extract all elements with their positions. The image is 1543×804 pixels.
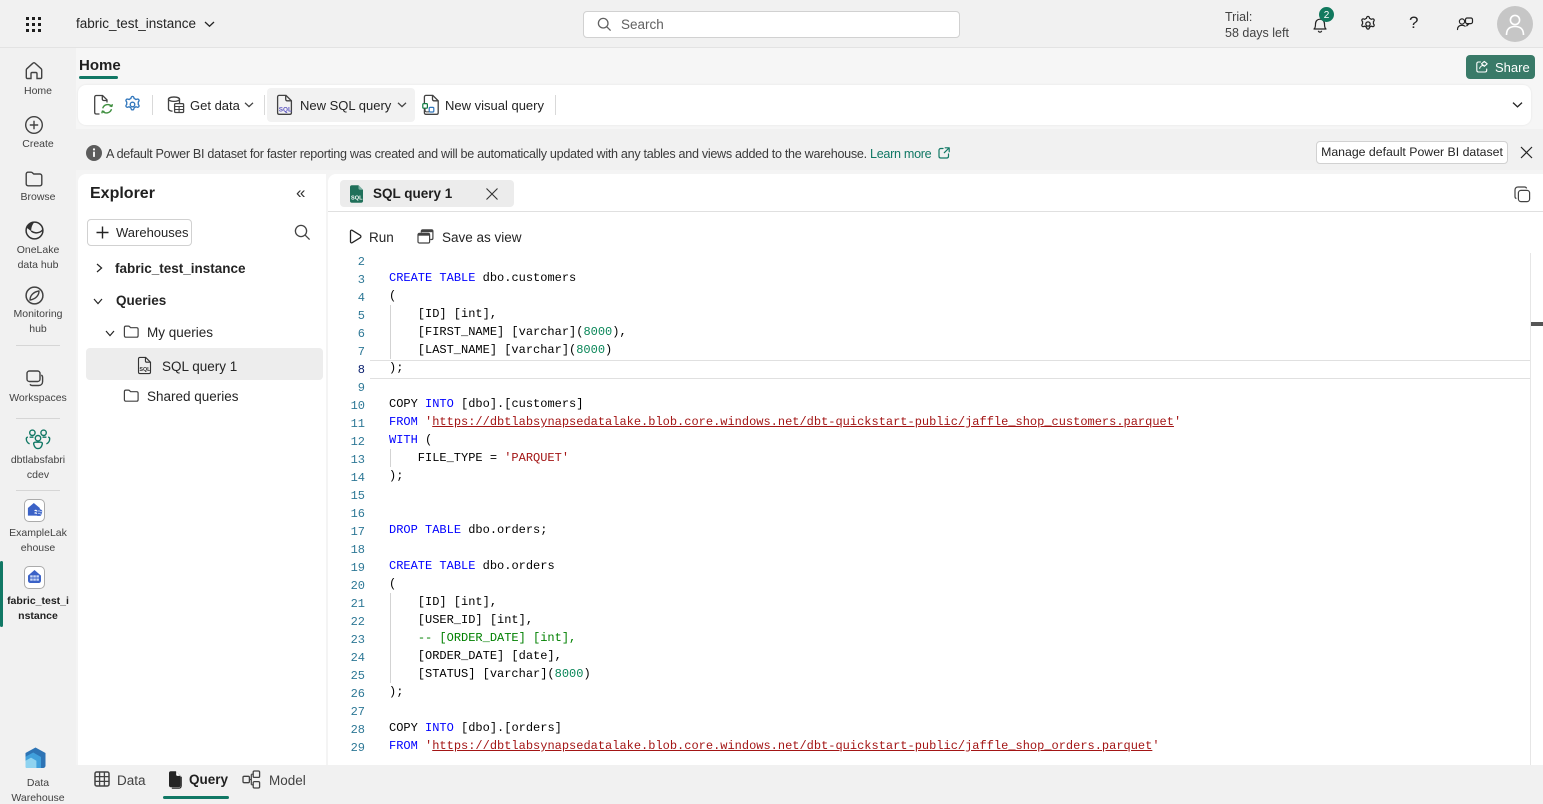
svg-text:SQL: SQL <box>139 367 151 373</box>
svg-text:SQL: SQL <box>351 196 363 202</box>
svg-text:SQL: SQL <box>279 106 292 113</box>
svg-text:2: 2 <box>1324 10 1330 21</box>
